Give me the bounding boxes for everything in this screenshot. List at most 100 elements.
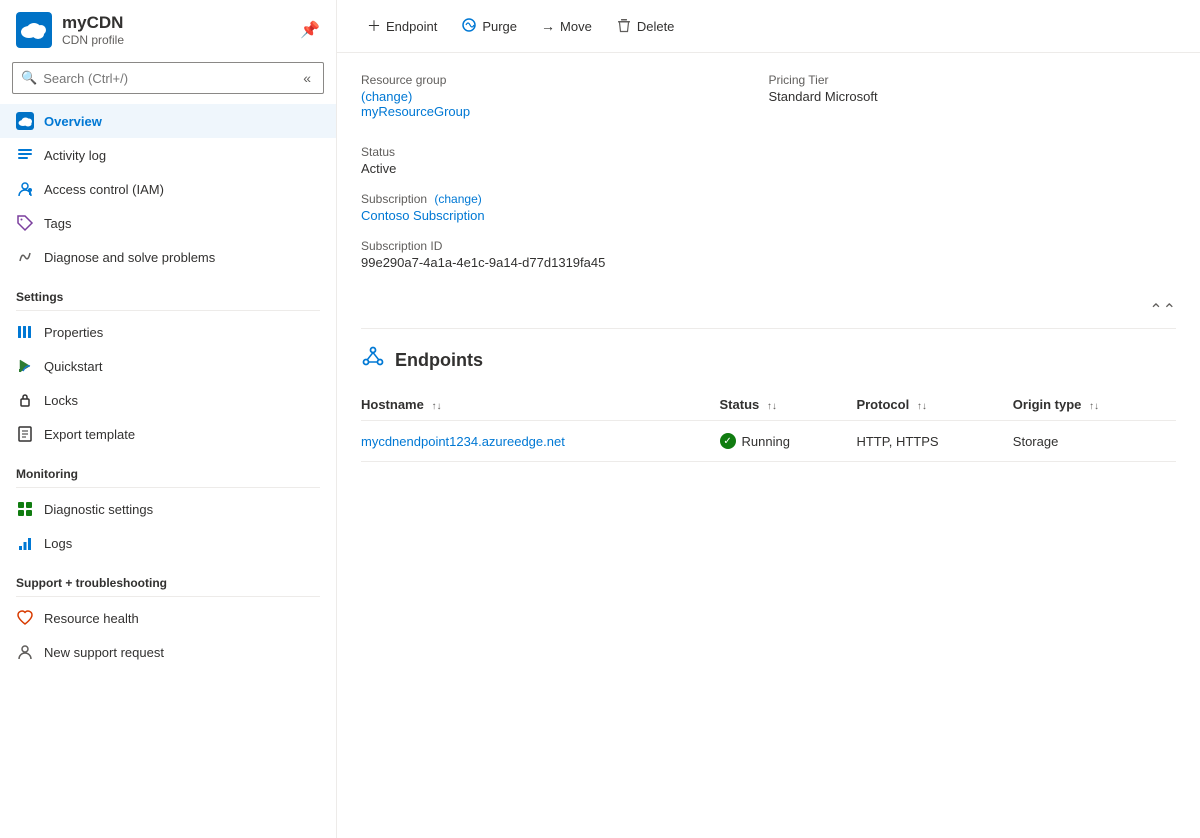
pricing-tier-value: Standard Microsoft: [769, 89, 1177, 104]
delete-label: Delete: [637, 19, 675, 34]
activity-log-icon: [16, 146, 34, 164]
status-running-text: Running: [742, 434, 790, 449]
hostname-sort-icon[interactable]: ↑↓: [431, 401, 441, 412]
sidebar-item-activity-log[interactable]: Activity log: [0, 138, 336, 172]
table-header-row: Hostname ↑↓ Status ↑↓ Protocol ↑↓ Origin…: [361, 389, 1176, 421]
sidebar-item-diagnose[interactable]: Diagnose and solve problems: [0, 240, 336, 274]
toolbar: ＋ Endpoint Purge → Move: [337, 0, 1200, 53]
new-support-request-icon: [16, 643, 34, 661]
status-running-dot: ✓: [720, 433, 736, 449]
sidebar-item-locks[interactable]: Locks: [0, 383, 336, 417]
status-column-header[interactable]: Status ↑↓: [720, 389, 857, 421]
status-label: Status: [361, 145, 769, 159]
subscription-change-link[interactable]: (change): [434, 192, 481, 206]
pricing-tier-label: Pricing Tier: [769, 73, 1177, 87]
app-subtitle: CDN profile: [62, 33, 124, 47]
collapse-chevron-icon[interactable]: ⌃⌃: [1149, 300, 1176, 320]
endpoints-section-header: Endpoints: [361, 345, 1176, 375]
overview-info-grid: Resource group (change) myResourceGroup …: [361, 73, 1176, 135]
hostname-column-header[interactable]: Hostname ↑↓: [361, 389, 720, 421]
content-area: Resource group (change) myResourceGroup …: [337, 53, 1200, 838]
status-value: Active: [361, 161, 769, 176]
diagnostic-settings-icon: [16, 500, 34, 518]
sidebar-item-resource-health-label: Resource health: [44, 611, 139, 626]
monitoring-section-header: Monitoring: [0, 451, 336, 485]
delete-button[interactable]: Delete: [606, 11, 685, 42]
access-control-icon: [16, 180, 34, 198]
properties-icon: [16, 323, 34, 341]
sidebar-item-export-template-label: Export template: [44, 427, 135, 442]
sidebar-item-diagnostic-settings[interactable]: Diagnostic settings: [0, 492, 336, 526]
subscription-link[interactable]: Contoso Subscription: [361, 208, 485, 223]
search-bar[interactable]: 🔍 «: [12, 62, 324, 94]
sidebar-item-diagnostic-settings-label: Diagnostic settings: [44, 502, 153, 517]
sidebar-header: myCDN CDN profile 📌: [0, 0, 336, 56]
move-icon: →: [541, 18, 555, 34]
purge-label: Purge: [482, 19, 517, 34]
sidebar-item-activity-log-label: Activity log: [44, 148, 106, 163]
origin-type-cell: Storage: [1013, 421, 1176, 462]
resource-group-link[interactable]: myResourceGroup: [361, 104, 470, 119]
protocol-cell: HTTP, HTTPS: [856, 421, 1012, 462]
locks-icon: [16, 391, 34, 409]
subscription-label: Subscription (change): [361, 192, 769, 206]
sidebar: myCDN CDN profile 📌 🔍 « Overview: [0, 0, 337, 838]
resource-group-label: Resource group: [361, 73, 769, 87]
move-button[interactable]: → Move: [531, 12, 602, 40]
support-section-header: Support + troubleshooting: [0, 560, 336, 594]
purge-button[interactable]: Purge: [451, 11, 527, 42]
sidebar-item-tags-label: Tags: [44, 216, 71, 231]
main-content: ＋ Endpoint Purge → Move: [337, 0, 1200, 838]
endpoints-table: Hostname ↑↓ Status ↑↓ Protocol ↑↓ Origin…: [361, 389, 1176, 462]
sidebar-item-logs[interactable]: Logs: [0, 526, 336, 560]
collapse-button[interactable]: «: [299, 68, 315, 88]
sidebar-item-properties[interactable]: Properties: [0, 315, 336, 349]
origin-type-sort-icon[interactable]: ↑↓: [1089, 401, 1099, 412]
sidebar-item-tags[interactable]: Tags: [0, 206, 336, 240]
move-label: Move: [560, 19, 592, 34]
resource-group-change-link[interactable]: (change): [361, 89, 412, 104]
cloud-icon: [16, 112, 34, 130]
monitoring-divider: [16, 487, 320, 488]
sidebar-item-quickstart-label: Quickstart: [44, 359, 103, 374]
endpoints-title: Endpoints: [395, 350, 483, 371]
quickstart-icon: [16, 357, 34, 375]
purge-icon: [461, 17, 477, 36]
collapse-section: ⌃⌃: [361, 296, 1176, 329]
hostname-link[interactable]: mycdnendpoint1234.azureedge.net: [361, 434, 565, 449]
sidebar-nav: Overview Activity log: [0, 104, 336, 838]
sidebar-item-export-template[interactable]: Export template: [0, 417, 336, 451]
sidebar-item-diagnose-label: Diagnose and solve problems: [44, 250, 215, 265]
add-endpoint-button[interactable]: ＋ Endpoint: [357, 10, 447, 42]
protocol-sort-icon[interactable]: ↑↓: [917, 401, 927, 412]
app-title: myCDN: [62, 13, 124, 33]
logs-icon: [16, 534, 34, 552]
origin-type-column-header[interactable]: Origin type ↑↓: [1013, 389, 1176, 421]
status-subscription-grid: Status Active Subscription (change) Cont…: [361, 145, 1176, 286]
endpoints-icon: [361, 345, 385, 375]
settings-section-header: Settings: [0, 274, 336, 308]
resource-group-block: Resource group (change) myResourceGroup: [361, 73, 769, 119]
sidebar-item-new-support-request[interactable]: New support request: [0, 635, 336, 669]
pricing-tier-block: Pricing Tier Standard Microsoft: [769, 73, 1177, 119]
sidebar-item-overview[interactable]: Overview: [0, 104, 336, 138]
sidebar-item-access-control[interactable]: Access control (IAM): [0, 172, 336, 206]
sidebar-item-resource-health[interactable]: Resource health: [0, 601, 336, 635]
sidebar-item-quickstart[interactable]: Quickstart: [0, 349, 336, 383]
tags-icon: [16, 214, 34, 232]
subscription-id-value: 99e290a7-4a1a-4e1c-9a14-d77d1319fa45: [361, 255, 769, 270]
sidebar-item-access-control-label: Access control (IAM): [44, 182, 164, 197]
protocol-column-header[interactable]: Protocol ↑↓: [856, 389, 1012, 421]
resource-health-icon: [16, 609, 34, 627]
sidebar-item-locks-label: Locks: [44, 393, 78, 408]
subscription-id-label: Subscription ID: [361, 239, 769, 253]
diagnose-icon: [16, 248, 34, 266]
hostname-cell: mycdnendpoint1234.azureedge.net: [361, 421, 720, 462]
settings-divider: [16, 310, 320, 311]
delete-icon: [616, 17, 632, 36]
search-input[interactable]: [43, 71, 293, 86]
support-divider: [16, 596, 320, 597]
subscription-info-block: Subscription (change) Contoso Subscripti…: [361, 192, 769, 223]
status-sort-icon[interactable]: ↑↓: [767, 401, 777, 412]
pin-icon[interactable]: 📌: [300, 20, 320, 40]
